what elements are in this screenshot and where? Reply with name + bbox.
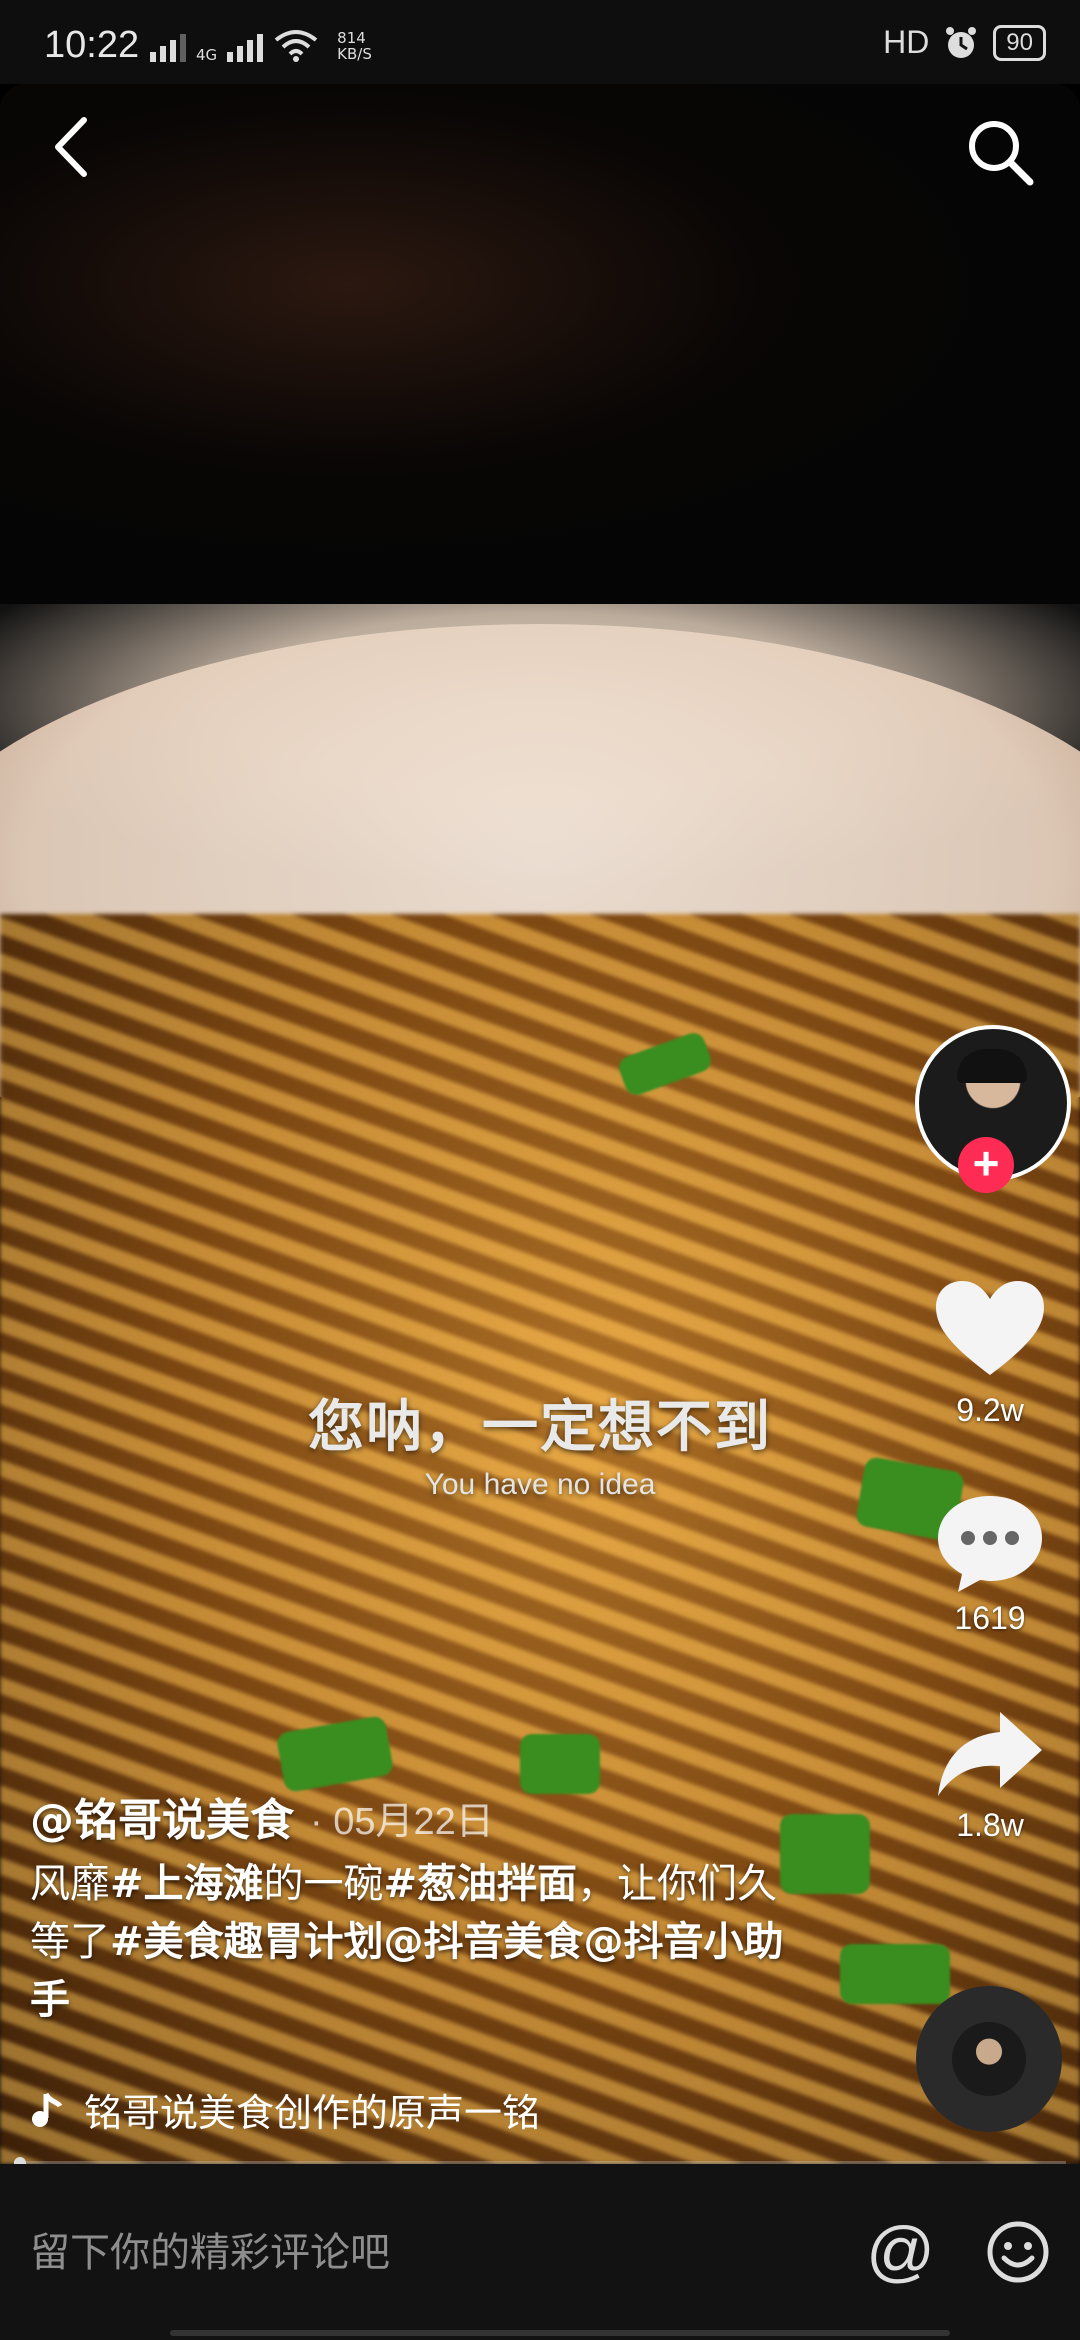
follow-button[interactable]: +: [958, 1137, 1014, 1193]
video-subtitle-en: You have no idea: [424, 1468, 656, 1501]
music-note-icon: [32, 2092, 63, 2127]
battery-icon: 90: [993, 24, 1046, 61]
back-button[interactable]: [46, 112, 96, 182]
mention-link[interactable]: @抖音美食: [384, 1919, 584, 1965]
author-name[interactable]: @铭哥说美食: [30, 1784, 294, 1848]
battery-level: 90: [1006, 28, 1033, 56]
hashtag-link[interactable]: #美食趣胃计划: [110, 1919, 384, 1965]
status-bar: 10:22 4G 814 KB/S HD 90: [0, 0, 1080, 84]
comment-input[interactable]: 留下你的精彩评论吧: [30, 2220, 390, 2278]
music-disc[interactable]: [916, 1986, 1062, 2132]
hashtag-link[interactable]: #葱油拌面: [384, 1861, 578, 1907]
network-speed: 814 KB/S: [337, 30, 372, 62]
share-count: 1.8w: [956, 1807, 1024, 1843]
desc-text: 的一碗: [263, 1861, 384, 1907]
speed-value: 814: [337, 29, 366, 47]
music-disc-avatar: [952, 2022, 1026, 2096]
hashtag-link[interactable]: #上海滩: [110, 1861, 264, 1907]
status-time: 10:22: [44, 24, 140, 66]
signal-icon-2: [227, 28, 264, 62]
mention-button[interactable]: @: [866, 2212, 935, 2290]
like-count: 9.2w: [956, 1392, 1024, 1428]
hd-indicator: HD: [883, 24, 930, 60]
music-title: 铭哥说美食创作的原声一铭: [84, 2091, 541, 2135]
share-button[interactable]: [930, 1700, 1050, 1810]
video-description: 风靡#上海滩的一碗#葱油拌面，让你们久等了#美食趣胃计划@抖音美食@抖音小助手: [30, 1855, 790, 2029]
music-info[interactable]: 铭哥说美食创作的原声一铭: [30, 2082, 624, 2137]
signal-group: 4G 814 KB/S: [150, 28, 372, 64]
emoji-icon[interactable]: [986, 2220, 1050, 2284]
like-button[interactable]: [930, 1275, 1050, 1385]
scallion-piece: [520, 1734, 600, 1794]
home-indicator: [170, 2330, 950, 2336]
status-right: HD 90: [883, 24, 1046, 61]
comment-count: 1619: [954, 1600, 1026, 1636]
scallion-piece: [840, 1944, 950, 2004]
wifi-icon: [274, 30, 318, 62]
post-date: · 05月22日: [310, 1801, 494, 1843]
avatar-hat: [957, 1049, 1027, 1083]
network-type: 4G: [196, 46, 218, 64]
alarm-icon: [946, 26, 977, 58]
comment-button[interactable]: [930, 1488, 1050, 1598]
desc-text: 风靡: [30, 1861, 110, 1907]
scallion-piece: [780, 1814, 870, 1894]
video-backdrop: [0, 84, 1080, 604]
signal-icon: [150, 28, 186, 62]
search-icon[interactable]: [960, 112, 1040, 192]
speed-unit: KB/S: [337, 45, 372, 63]
